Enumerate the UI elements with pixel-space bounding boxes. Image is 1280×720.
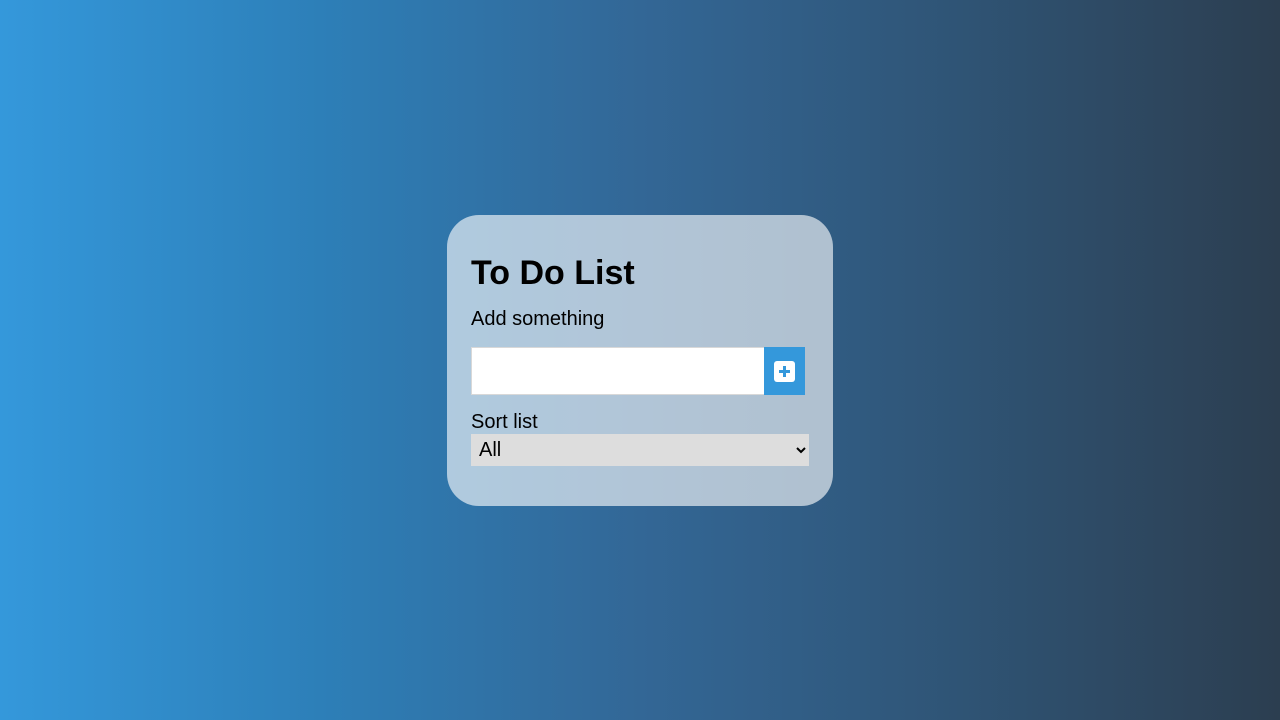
sort-select[interactable]: All [471, 434, 809, 466]
sort-list-label: Sort list [471, 411, 538, 433]
plus-square-icon [774, 360, 795, 382]
todo-card: To Do List Add something Sort list All [447, 215, 833, 506]
add-something-label: Add something [471, 308, 605, 330]
todo-input[interactable] [471, 347, 764, 395]
add-todo-row [471, 347, 805, 395]
add-todo-button[interactable] [764, 347, 805, 395]
page-title: To Do List [471, 254, 635, 292]
